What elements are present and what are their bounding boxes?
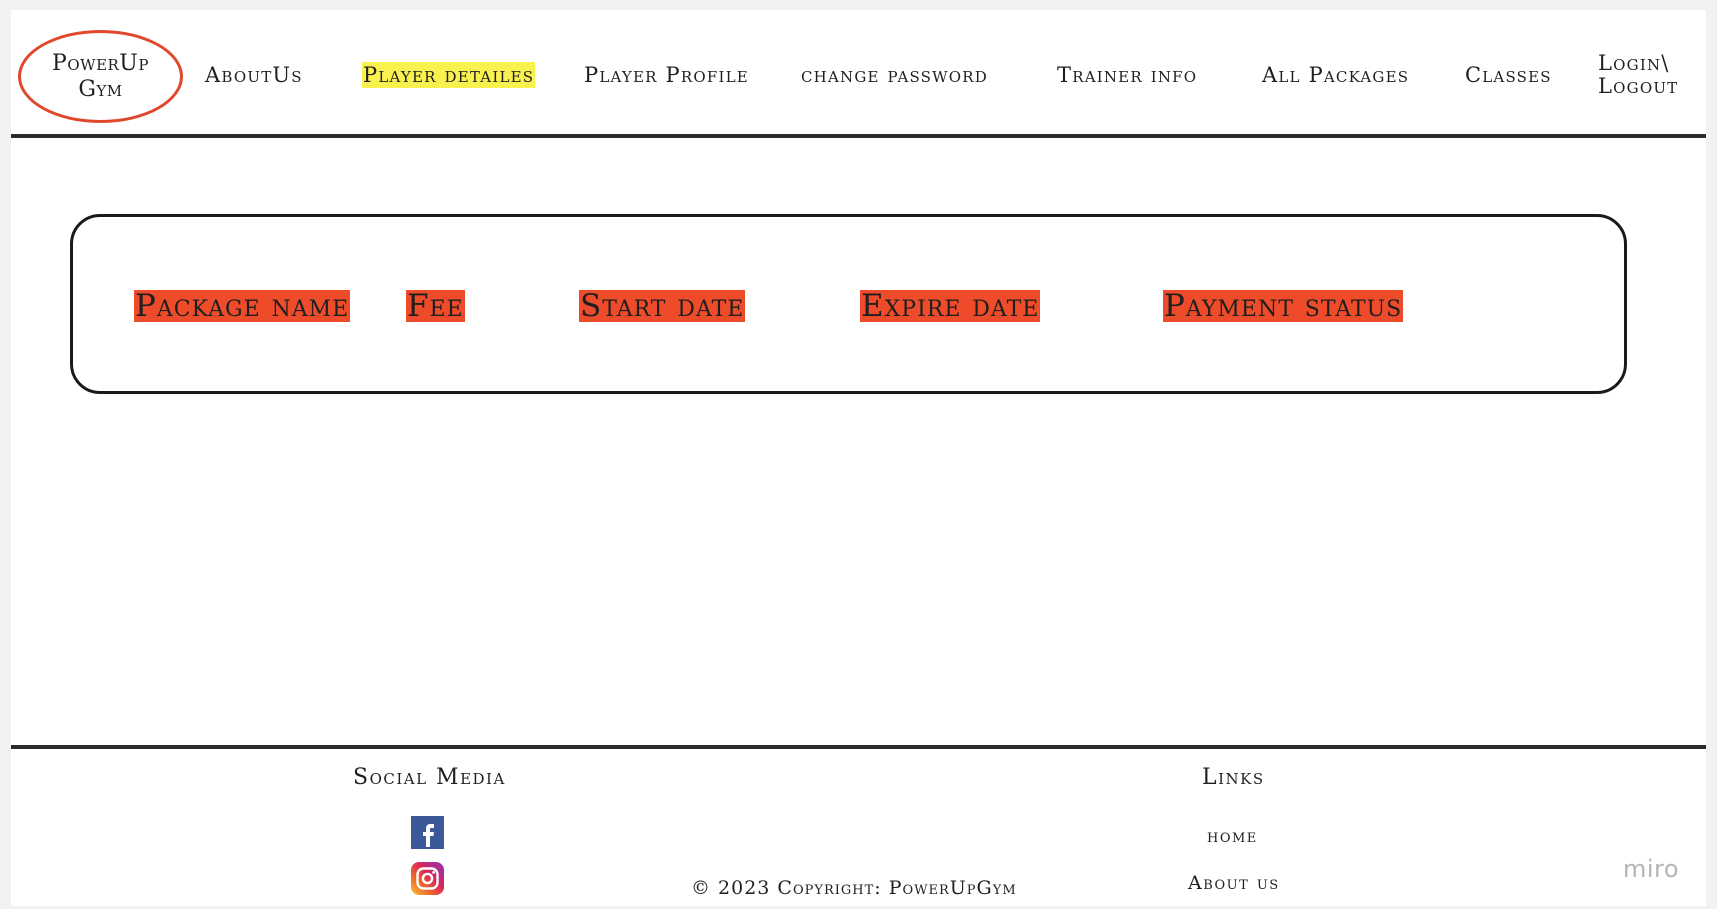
miro-watermark: miro: [1623, 855, 1680, 883]
copyright-text: © 2023 Copyright: PowerUpGym: [691, 877, 1017, 899]
footer-divider: [11, 745, 1706, 749]
logo-line-1: PowerUp: [52, 51, 149, 77]
nav-trainer-info[interactable]: Trainer info: [1057, 62, 1197, 88]
column-header-expire-date: Expire date: [860, 288, 1041, 324]
column-header-start-date: Start date: [579, 288, 746, 324]
facebook-icon[interactable]: [411, 816, 444, 849]
nav-player-details[interactable]: Player detailes: [362, 62, 536, 88]
logo[interactable]: PowerUp Gym: [18, 30, 183, 123]
column-header-payment-status: Payment status: [1163, 288, 1404, 324]
nav-all-packages[interactable]: All Packages: [1262, 62, 1409, 88]
links-heading: Links: [1202, 765, 1265, 790]
logo-line-2: Gym: [78, 76, 123, 102]
nav-player-profile[interactable]: Player Profile: [584, 62, 749, 88]
nav-login-logout[interactable]: Login\ Logout: [1598, 52, 1678, 98]
nav-change-password[interactable]: change password: [801, 62, 988, 88]
column-header-package-name: Package name: [134, 288, 351, 324]
instagram-icon[interactable]: [411, 862, 444, 895]
social-media-heading: Social Media: [353, 765, 506, 790]
nav-about-us[interactable]: AboutUs: [205, 62, 303, 88]
logout-label: Logout: [1598, 74, 1679, 98]
nav-classes[interactable]: Classes: [1465, 62, 1552, 88]
packages-table: Package name Fee Start date Expire date …: [70, 214, 1627, 394]
header-divider: [11, 134, 1706, 138]
footer-link-about-us[interactable]: About us: [1188, 872, 1280, 894]
login-label: Login\: [1598, 51, 1670, 75]
column-header-fee: Fee: [406, 288, 465, 324]
footer-link-home[interactable]: home: [1207, 825, 1258, 847]
page-canvas: PowerUp Gym AboutUs Player detailes Play…: [11, 10, 1706, 906]
